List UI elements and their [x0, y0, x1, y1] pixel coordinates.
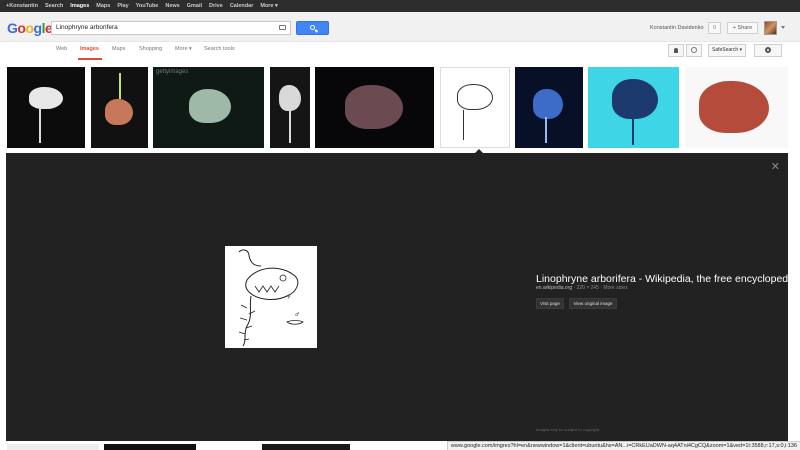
- topbar-link-gmail[interactable]: Gmail: [187, 3, 202, 9]
- search-button[interactable]: [296, 21, 329, 35]
- result-size: · 220 × 245 · More sizes: [572, 285, 628, 291]
- anglerfish-shape: [345, 85, 403, 129]
- view-original-button[interactable]: View original image: [569, 298, 617, 309]
- result-title[interactable]: Linophryne arborifera - Wikipedia, the f…: [536, 273, 796, 285]
- image-detail-panel: ✕ ♂ ♀ Linophryne arborifera - Wikipedia,…: [6, 153, 796, 441]
- topbar-link-drive[interactable]: Drive: [209, 3, 223, 9]
- topbar-link-youtube[interactable]: YouTube: [136, 3, 159, 9]
- person-toggle-button[interactable]: [668, 44, 684, 57]
- image-result-3[interactable]: gettyimages: [153, 67, 264, 148]
- chevron-down-icon: [781, 26, 785, 29]
- close-icon[interactable]: ✕: [771, 160, 780, 173]
- status-bar-url: www.google.com/imgres?hl=en&newwindow=1&…: [446, 441, 800, 450]
- tab-web[interactable]: Web: [56, 46, 67, 52]
- result-meta: en.wikipedia.org · 220 × 245 · More size…: [536, 285, 628, 291]
- svg-text:♂: ♂: [295, 312, 299, 318]
- anglerfish-shape: [105, 99, 133, 125]
- globe-toggle-button[interactable]: [686, 44, 702, 57]
- search-icon: [310, 25, 315, 30]
- gear-icon: [765, 47, 771, 53]
- anglerfish-shape: [29, 87, 63, 109]
- anglerfish-shape: [612, 79, 658, 119]
- tab-images[interactable]: Images: [80, 46, 99, 52]
- tab-search-tools[interactable]: Search tools: [204, 46, 235, 52]
- image-result-1[interactable]: [7, 67, 85, 148]
- copyright-notice: Images may be subject to copyright.: [536, 427, 601, 432]
- google-logo[interactable]: Google: [7, 20, 53, 36]
- safesearch-button[interactable]: SafeSearch ▾: [708, 44, 746, 57]
- topbar-link-play[interactable]: Play: [117, 3, 128, 9]
- search-input[interactable]: Linophryne arborifera: [51, 21, 291, 35]
- barbel-shape: [289, 111, 291, 143]
- account-name[interactable]: Konstantin Davidenko: [650, 25, 704, 31]
- avatar[interactable]: [764, 21, 777, 35]
- share-button[interactable]: + Share: [727, 22, 758, 34]
- image-result-6-selected[interactable]: [440, 67, 510, 148]
- lure-shape: [119, 73, 121, 99]
- image-results-row: gettyimages: [0, 67, 800, 149]
- settings-button[interactable]: [754, 44, 782, 57]
- image-result-2[interactable]: [91, 67, 148, 148]
- visit-page-button[interactable]: Visit page: [536, 298, 564, 309]
- barbel-shape: [545, 117, 547, 143]
- anglerfish-shape: [279, 85, 301, 111]
- camera-icon[interactable]: [279, 25, 286, 30]
- image-result-next-1[interactable]: [7, 444, 99, 450]
- image-result-7[interactable]: [515, 67, 583, 148]
- search-header: Google Linophryne arborifera Konstantin …: [0, 12, 800, 42]
- anglerfish-sketch: [457, 84, 493, 110]
- image-result-next-2[interactable]: [104, 444, 196, 450]
- anglerfish-shape: [189, 89, 231, 123]
- image-result-8[interactable]: [588, 67, 679, 148]
- anglerfish-shape: [533, 89, 563, 119]
- image-result-next-3[interactable]: [262, 444, 350, 450]
- result-source[interactable]: en.wikipedia.org: [536, 285, 572, 291]
- tab-maps[interactable]: Maps: [112, 46, 125, 52]
- anglerfish-drawing: ♂ ♀: [238, 249, 304, 347]
- tab-more[interactable]: More ▾: [175, 46, 192, 52]
- topbar-link-profile[interactable]: +Konstantin: [6, 3, 38, 9]
- svg-text:♀: ♀: [287, 294, 291, 300]
- preview-image[interactable]: ♂ ♀: [225, 246, 317, 348]
- image-result-9[interactable]: [685, 67, 788, 148]
- barbel-shape: [39, 107, 41, 143]
- watermark-text: gettyimages: [156, 69, 189, 75]
- active-tab-indicator: [78, 58, 102, 60]
- barbel-sketch: [463, 110, 464, 140]
- topbar-link-images[interactable]: Images: [70, 3, 89, 9]
- person-icon: [674, 48, 678, 53]
- topbar-link-search[interactable]: Search: [45, 3, 63, 9]
- notification-count[interactable]: 0: [708, 22, 721, 34]
- barbel-shape: [632, 117, 634, 145]
- topbar-link-more[interactable]: More ▾: [260, 3, 277, 9]
- topbar-link-news[interactable]: News: [165, 3, 179, 9]
- topbar-link-maps[interactable]: Maps: [96, 3, 110, 9]
- image-result-4[interactable]: [270, 67, 310, 148]
- search-query: Linophryne arborifera: [56, 24, 118, 31]
- image-result-5[interactable]: [315, 67, 434, 148]
- globe-icon: [691, 47, 697, 53]
- anglerfish-shape: [699, 81, 769, 133]
- topbar-link-calendar[interactable]: Calendar: [230, 3, 254, 9]
- google-bar: +Konstantin Search Images Maps Play YouT…: [0, 0, 800, 12]
- tab-shopping[interactable]: Shopping: [139, 46, 162, 52]
